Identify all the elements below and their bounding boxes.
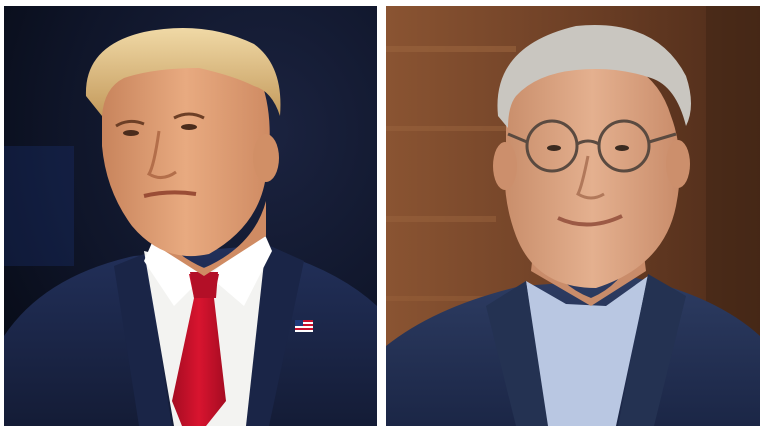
photo-divider xyxy=(377,0,386,432)
flag-pin-icon xyxy=(295,320,313,332)
right-photo-illustration xyxy=(386,6,760,426)
left-photo-illustration xyxy=(4,6,377,426)
left-photo xyxy=(4,6,377,426)
right-photo xyxy=(386,6,760,426)
